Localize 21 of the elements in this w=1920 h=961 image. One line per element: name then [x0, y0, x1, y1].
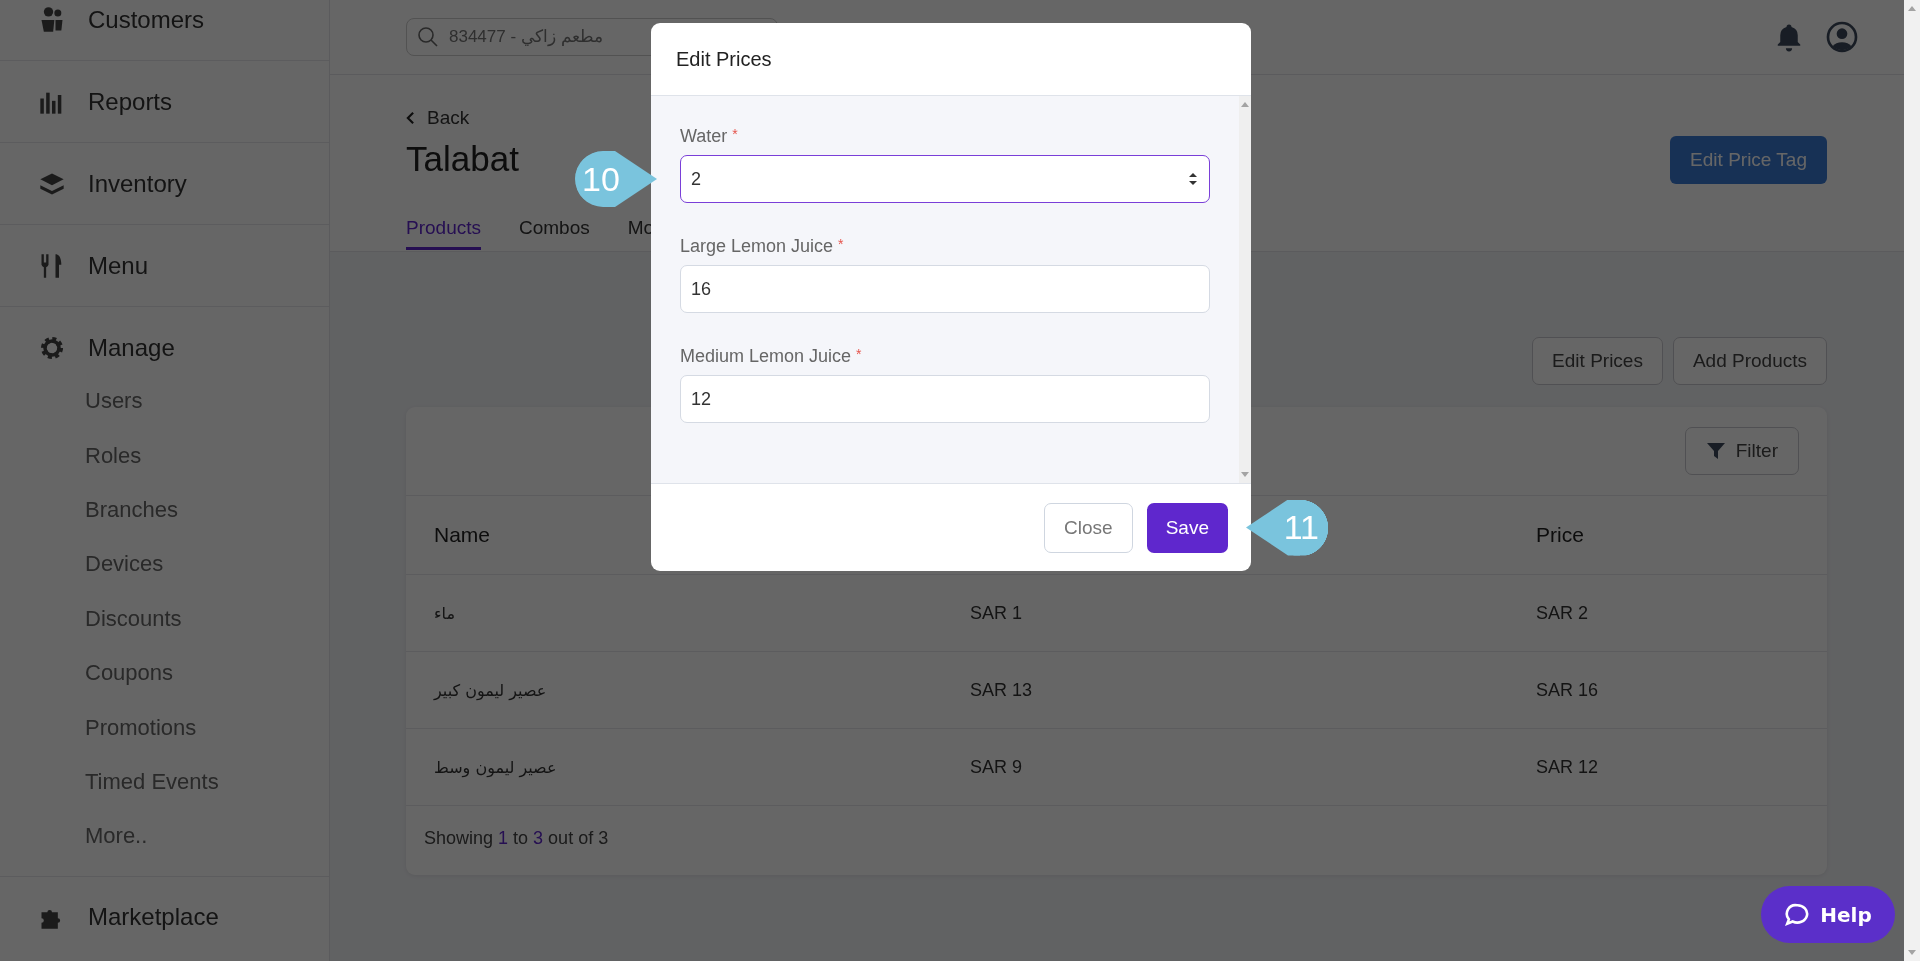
required-mark: * [856, 346, 862, 362]
step-callout: 10 [575, 151, 657, 207]
column-header: Price [1536, 523, 1585, 547]
required-mark: * [838, 236, 844, 252]
table-cell-text: ماء [434, 603, 456, 623]
table-cell-text: SAR 12 [1536, 756, 1600, 778]
table-cell-text: عصير ليمون وسط [434, 757, 558, 777]
page-title: Talabat [406, 139, 520, 179]
required-mark: * [732, 126, 738, 142]
table-cell-text: SAR 13 [970, 679, 1034, 701]
table-cell-text: SAR 16 [1536, 679, 1600, 701]
step-callout: 11 [1246, 499, 1328, 556]
field-label: Water [680, 126, 728, 146]
column-header: Name [434, 523, 492, 547]
table-cell-text: SAR 1 [970, 602, 1024, 624]
field-label: Large Lemon Juice [680, 236, 834, 256]
table-cell-text: SAR 2 [1536, 602, 1590, 624]
table-cell-text: SAR 9 [970, 756, 1024, 778]
table-cell-text: عصير ليمون كبير [434, 680, 548, 700]
field-label: Medium Lemon Juice [680, 346, 852, 366]
pagination-summary: Showing 1 to 3 out of 3 [423, 827, 610, 850]
